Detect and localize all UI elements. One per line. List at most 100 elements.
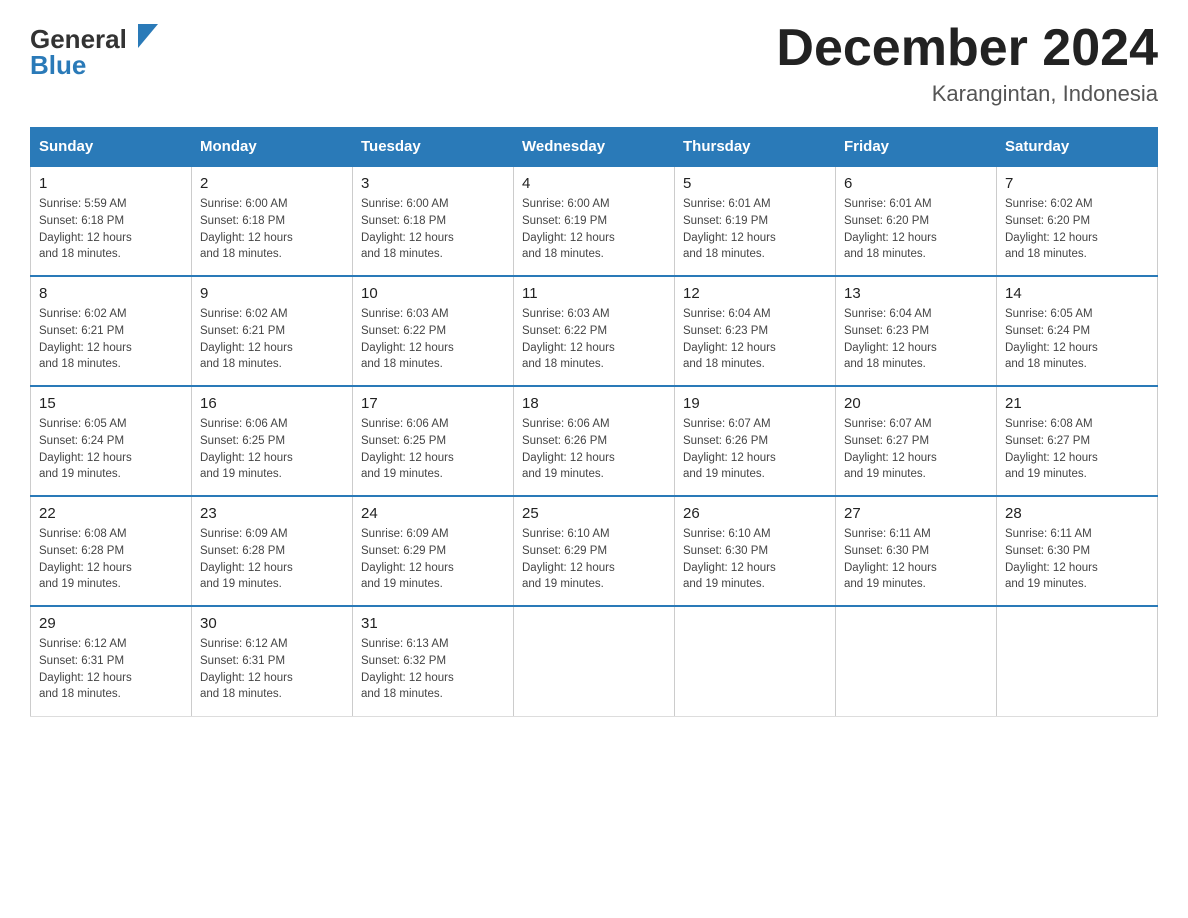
weekday-header-thursday: Thursday [675, 128, 836, 167]
day-number: 10 [361, 285, 505, 302]
day-number: 21 [1005, 395, 1149, 412]
calendar-cell: 5 Sunrise: 6:01 AM Sunset: 6:19 PM Dayli… [675, 166, 836, 276]
day-info: Sunrise: 6:08 AM Sunset: 6:28 PM Dayligh… [39, 526, 183, 593]
calendar-week-1: 1 Sunrise: 5:59 AM Sunset: 6:18 PM Dayli… [31, 166, 1158, 276]
calendar-cell: 16 Sunrise: 6:06 AM Sunset: 6:25 PM Dayl… [192, 386, 353, 496]
calendar-week-4: 22 Sunrise: 6:08 AM Sunset: 6:28 PM Dayl… [31, 496, 1158, 606]
location: Karangintan, Indonesia [776, 81, 1158, 107]
calendar-week-2: 8 Sunrise: 6:02 AM Sunset: 6:21 PM Dayli… [31, 276, 1158, 386]
calendar-cell: 19 Sunrise: 6:07 AM Sunset: 6:26 PM Dayl… [675, 386, 836, 496]
day-info: Sunrise: 6:03 AM Sunset: 6:22 PM Dayligh… [361, 306, 505, 373]
page-header: General Blue December 2024 Karangintan, … [30, 20, 1158, 107]
day-info: Sunrise: 6:00 AM Sunset: 6:19 PM Dayligh… [522, 196, 666, 263]
calendar-cell: 17 Sunrise: 6:06 AM Sunset: 6:25 PM Dayl… [353, 386, 514, 496]
calendar-cell [836, 606, 997, 716]
day-info: Sunrise: 6:02 AM Sunset: 6:21 PM Dayligh… [39, 306, 183, 373]
calendar-cell: 10 Sunrise: 6:03 AM Sunset: 6:22 PM Dayl… [353, 276, 514, 386]
calendar-cell: 25 Sunrise: 6:10 AM Sunset: 6:29 PM Dayl… [514, 496, 675, 606]
calendar-cell: 1 Sunrise: 5:59 AM Sunset: 6:18 PM Dayli… [31, 166, 192, 276]
day-number: 16 [200, 395, 344, 412]
day-info: Sunrise: 6:11 AM Sunset: 6:30 PM Dayligh… [1005, 526, 1149, 593]
day-info: Sunrise: 6:06 AM Sunset: 6:25 PM Dayligh… [200, 416, 344, 483]
calendar-cell: 9 Sunrise: 6:02 AM Sunset: 6:21 PM Dayli… [192, 276, 353, 386]
calendar-cell: 20 Sunrise: 6:07 AM Sunset: 6:27 PM Dayl… [836, 386, 997, 496]
calendar-cell [675, 606, 836, 716]
day-info: Sunrise: 6:07 AM Sunset: 6:26 PM Dayligh… [683, 416, 827, 483]
calendar-cell: 3 Sunrise: 6:00 AM Sunset: 6:18 PM Dayli… [353, 166, 514, 276]
day-number: 5 [683, 175, 827, 192]
calendar-week-5: 29 Sunrise: 6:12 AM Sunset: 6:31 PM Dayl… [31, 606, 1158, 716]
calendar-cell: 11 Sunrise: 6:03 AM Sunset: 6:22 PM Dayl… [514, 276, 675, 386]
calendar-cell: 23 Sunrise: 6:09 AM Sunset: 6:28 PM Dayl… [192, 496, 353, 606]
day-info: Sunrise: 6:07 AM Sunset: 6:27 PM Dayligh… [844, 416, 988, 483]
day-number: 19 [683, 395, 827, 412]
day-number: 28 [1005, 505, 1149, 522]
weekday-header-wednesday: Wednesday [514, 128, 675, 167]
day-number: 11 [522, 285, 666, 302]
day-number: 20 [844, 395, 988, 412]
calendar-cell: 6 Sunrise: 6:01 AM Sunset: 6:20 PM Dayli… [836, 166, 997, 276]
day-number: 13 [844, 285, 988, 302]
calendar-cell: 28 Sunrise: 6:11 AM Sunset: 6:30 PM Dayl… [997, 496, 1158, 606]
day-info: Sunrise: 6:04 AM Sunset: 6:23 PM Dayligh… [683, 306, 827, 373]
day-info: Sunrise: 6:09 AM Sunset: 6:28 PM Dayligh… [200, 526, 344, 593]
day-number: 6 [844, 175, 988, 192]
calendar-header: SundayMondayTuesdayWednesdayThursdayFrid… [31, 128, 1158, 167]
calendar-cell: 31 Sunrise: 6:13 AM Sunset: 6:32 PM Dayl… [353, 606, 514, 716]
day-info: Sunrise: 6:01 AM Sunset: 6:20 PM Dayligh… [844, 196, 988, 263]
calendar-cell: 27 Sunrise: 6:11 AM Sunset: 6:30 PM Dayl… [836, 496, 997, 606]
calendar-cell: 14 Sunrise: 6:05 AM Sunset: 6:24 PM Dayl… [997, 276, 1158, 386]
calendar-cell [514, 606, 675, 716]
day-number: 23 [200, 505, 344, 522]
logo: General Blue [30, 20, 160, 80]
day-number: 18 [522, 395, 666, 412]
calendar-cell: 15 Sunrise: 6:05 AM Sunset: 6:24 PM Dayl… [31, 386, 192, 496]
calendar-cell: 8 Sunrise: 6:02 AM Sunset: 6:21 PM Dayli… [31, 276, 192, 386]
day-number: 24 [361, 505, 505, 522]
logo-svg: General Blue [30, 20, 160, 80]
weekday-row: SundayMondayTuesdayWednesdayThursdayFrid… [31, 128, 1158, 167]
weekday-header-sunday: Sunday [31, 128, 192, 167]
day-info: Sunrise: 6:02 AM Sunset: 6:20 PM Dayligh… [1005, 196, 1149, 263]
day-number: 31 [361, 615, 505, 632]
day-info: Sunrise: 6:06 AM Sunset: 6:25 PM Dayligh… [361, 416, 505, 483]
day-number: 14 [1005, 285, 1149, 302]
calendar-cell: 13 Sunrise: 6:04 AM Sunset: 6:23 PM Dayl… [836, 276, 997, 386]
day-info: Sunrise: 6:13 AM Sunset: 6:32 PM Dayligh… [361, 636, 505, 703]
day-number: 17 [361, 395, 505, 412]
calendar-cell: 22 Sunrise: 6:08 AM Sunset: 6:28 PM Dayl… [31, 496, 192, 606]
day-number: 4 [522, 175, 666, 192]
day-number: 15 [39, 395, 183, 412]
weekday-header-tuesday: Tuesday [353, 128, 514, 167]
day-number: 1 [39, 175, 183, 192]
day-number: 27 [844, 505, 988, 522]
calendar-cell: 26 Sunrise: 6:10 AM Sunset: 6:30 PM Dayl… [675, 496, 836, 606]
month-title: December 2024 [776, 20, 1158, 77]
day-number: 26 [683, 505, 827, 522]
day-info: Sunrise: 6:03 AM Sunset: 6:22 PM Dayligh… [522, 306, 666, 373]
calendar-cell: 21 Sunrise: 6:08 AM Sunset: 6:27 PM Dayl… [997, 386, 1158, 496]
weekday-header-monday: Monday [192, 128, 353, 167]
svg-text:Blue: Blue [30, 50, 86, 80]
calendar-table: SundayMondayTuesdayWednesdayThursdayFrid… [30, 127, 1158, 717]
calendar-cell: 4 Sunrise: 6:00 AM Sunset: 6:19 PM Dayli… [514, 166, 675, 276]
day-info: Sunrise: 6:10 AM Sunset: 6:30 PM Dayligh… [683, 526, 827, 593]
day-info: Sunrise: 6:09 AM Sunset: 6:29 PM Dayligh… [361, 526, 505, 593]
day-number: 29 [39, 615, 183, 632]
day-number: 7 [1005, 175, 1149, 192]
calendar-cell: 29 Sunrise: 6:12 AM Sunset: 6:31 PM Dayl… [31, 606, 192, 716]
day-info: Sunrise: 6:02 AM Sunset: 6:21 PM Dayligh… [200, 306, 344, 373]
day-info: Sunrise: 6:12 AM Sunset: 6:31 PM Dayligh… [200, 636, 344, 703]
day-info: Sunrise: 6:10 AM Sunset: 6:29 PM Dayligh… [522, 526, 666, 593]
calendar-cell: 12 Sunrise: 6:04 AM Sunset: 6:23 PM Dayl… [675, 276, 836, 386]
day-info: Sunrise: 6:00 AM Sunset: 6:18 PM Dayligh… [200, 196, 344, 263]
calendar-cell [997, 606, 1158, 716]
title-section: December 2024 Karangintan, Indonesia [776, 20, 1158, 107]
calendar-cell: 18 Sunrise: 6:06 AM Sunset: 6:26 PM Dayl… [514, 386, 675, 496]
calendar-cell: 24 Sunrise: 6:09 AM Sunset: 6:29 PM Dayl… [353, 496, 514, 606]
day-info: Sunrise: 6:00 AM Sunset: 6:18 PM Dayligh… [361, 196, 505, 263]
day-number: 2 [200, 175, 344, 192]
calendar-cell: 2 Sunrise: 6:00 AM Sunset: 6:18 PM Dayli… [192, 166, 353, 276]
day-number: 12 [683, 285, 827, 302]
day-info: Sunrise: 6:08 AM Sunset: 6:27 PM Dayligh… [1005, 416, 1149, 483]
